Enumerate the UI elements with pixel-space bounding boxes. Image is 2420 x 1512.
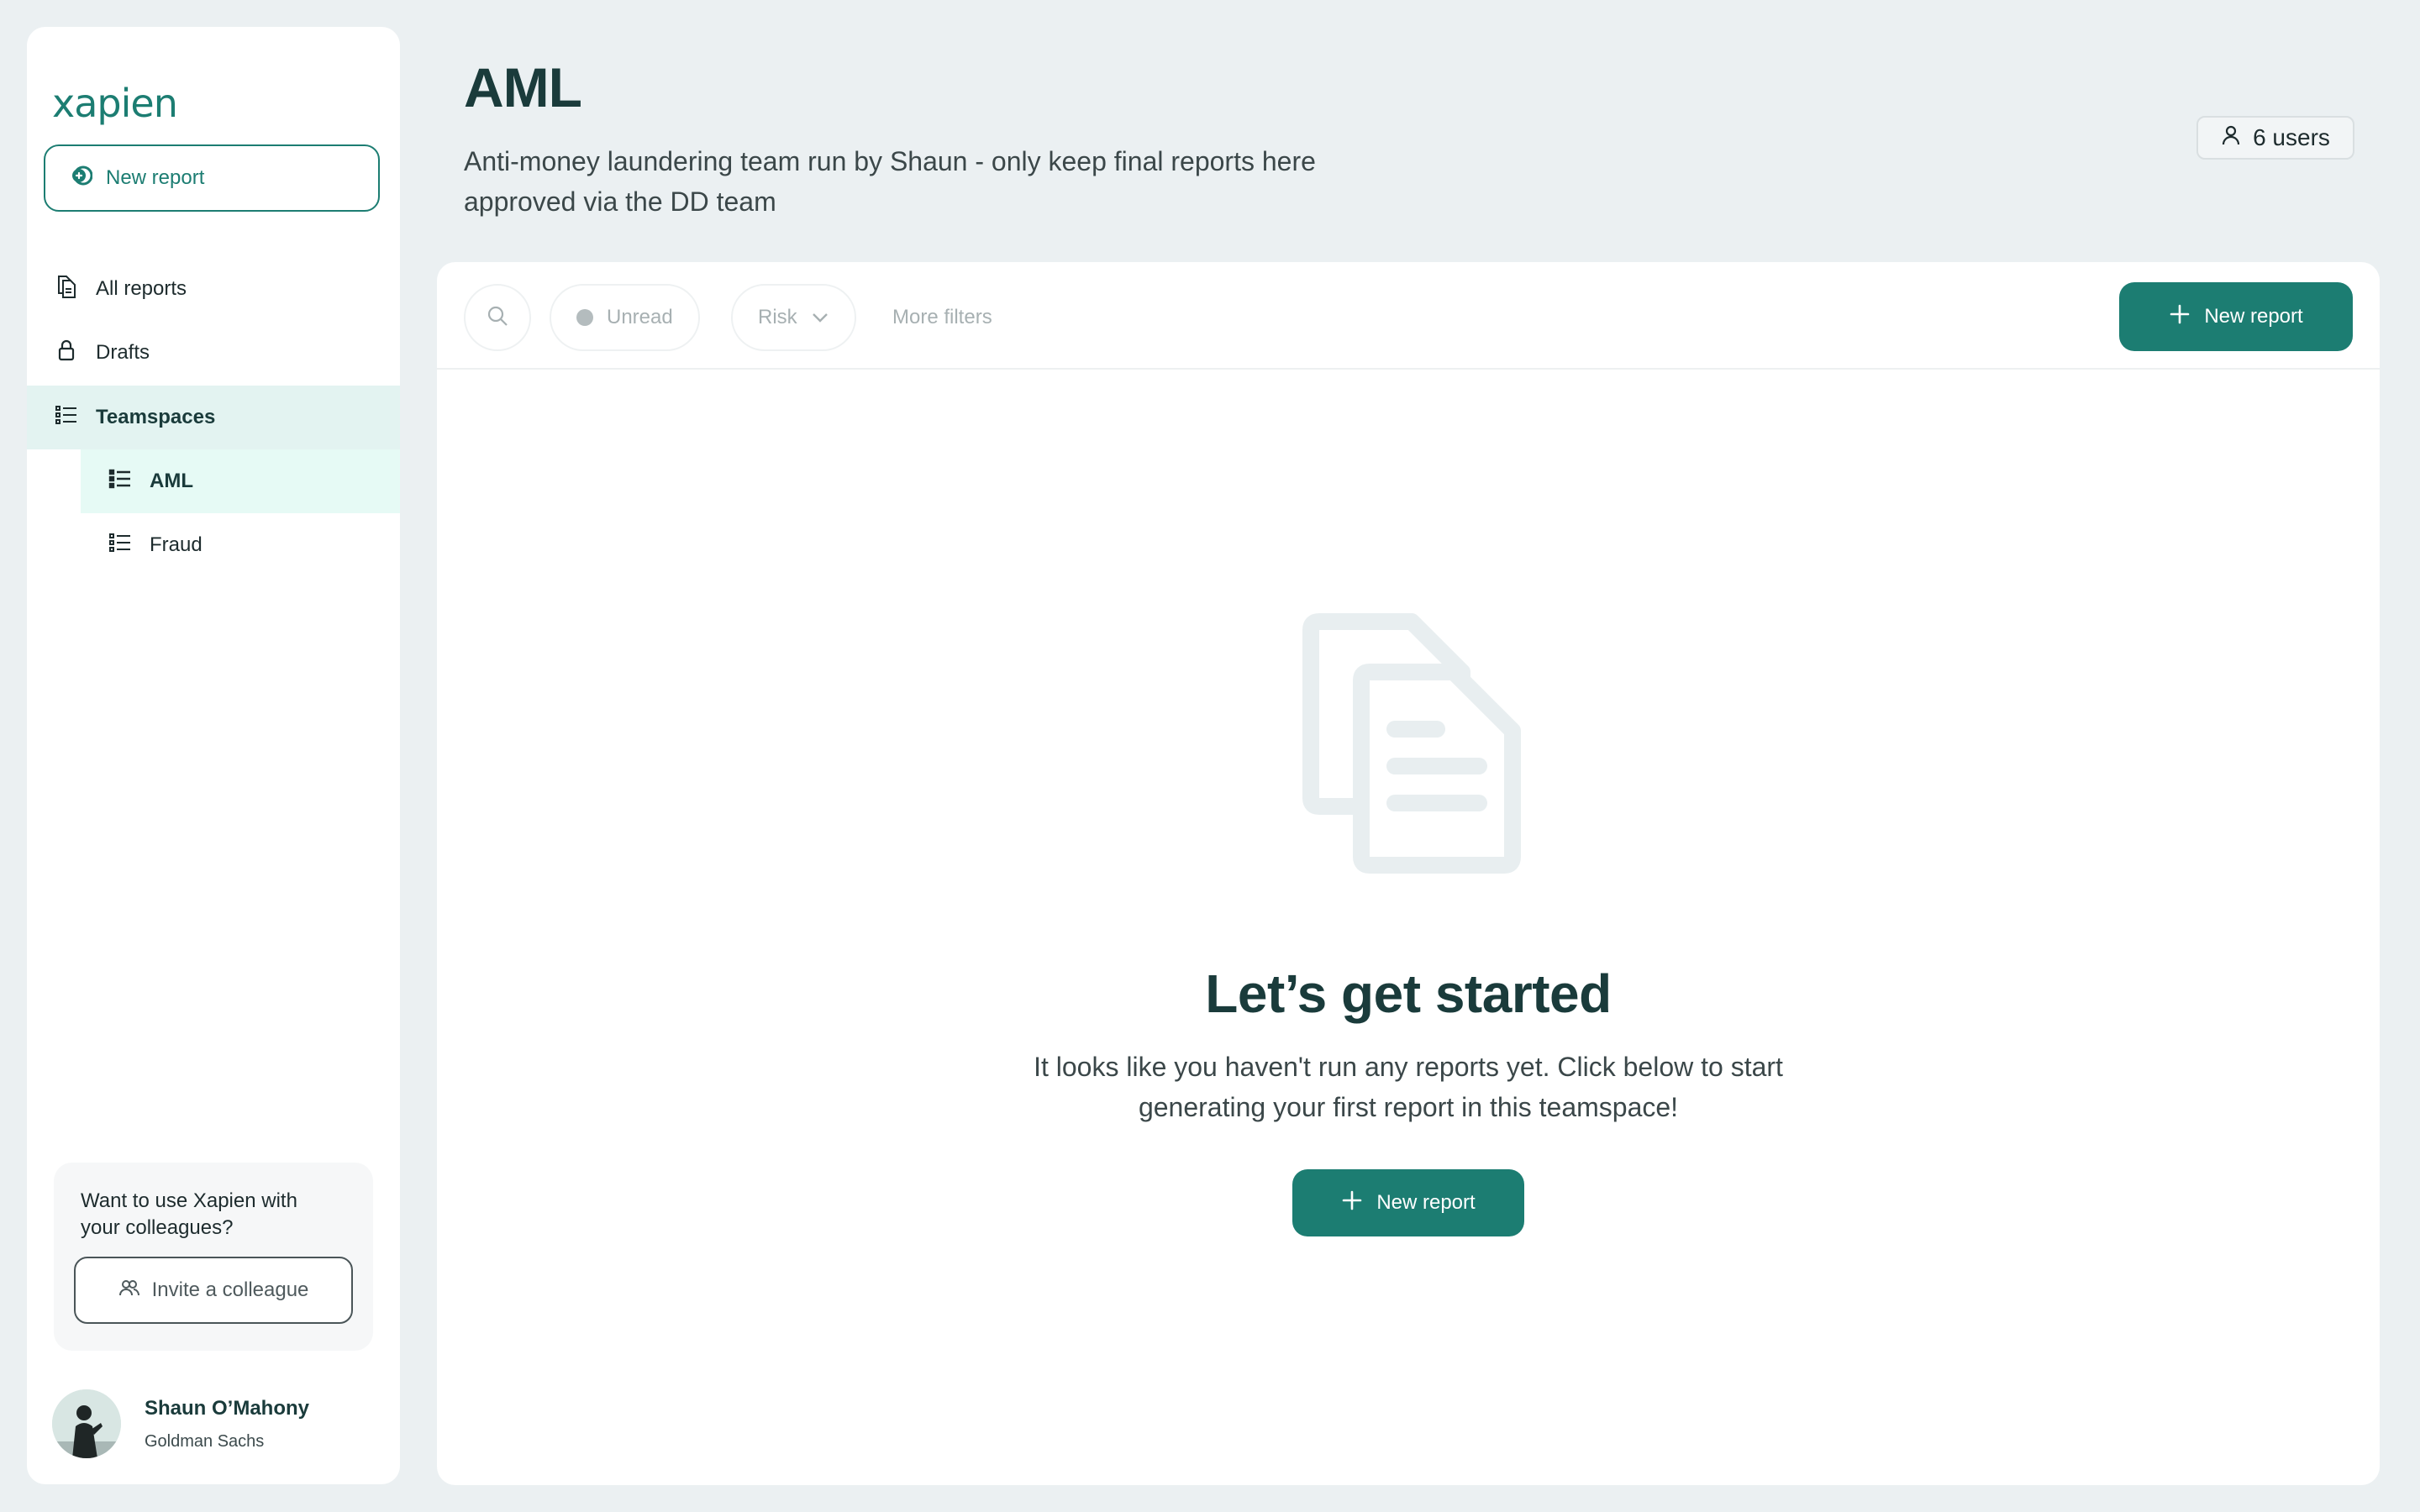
new-report-button[interactable]: New report: [2119, 282, 2353, 351]
risk-filter[interactable]: Risk: [731, 284, 856, 351]
sidebar-item-label: All reports: [96, 277, 187, 300]
search-icon: [485, 303, 510, 333]
risk-filter-label: Risk: [758, 306, 797, 328]
unread-filter[interactable]: Unread: [550, 284, 700, 351]
empty-state-text: It looks like you haven't run any report…: [1034, 1052, 1783, 1122]
sidebar-item-fraud[interactable]: Fraud: [81, 513, 400, 577]
users-badge[interactable]: 6 users: [2196, 116, 2354, 160]
sidebar-item-label: Drafts: [96, 341, 150, 364]
invite-prompt: Want to use Xapien with your colleagues?: [81, 1189, 297, 1239]
sidebar-item-label: AML: [150, 470, 193, 492]
xapien-logo[interactable]: xapien: [52, 81, 178, 126]
sidebar-item-all-reports[interactable]: All reports: [27, 257, 400, 321]
invite-colleague-button[interactable]: Invite a colleague: [74, 1257, 353, 1324]
user-name: Shaun O’Mahony: [145, 1396, 310, 1420]
empty-state-title: Let’s get started: [1205, 963, 1612, 1024]
more-filters-button[interactable]: More filters: [892, 284, 992, 351]
sidebar-item-aml[interactable]: AML: [81, 449, 400, 513]
sidebar-item-label: Fraud: [150, 533, 203, 556]
new-report-icon: [71, 165, 93, 192]
new-report-label: New report: [2204, 305, 2303, 328]
page-description: Anti-money laundering team run by Shaun …: [464, 146, 1316, 217]
unread-filter-label: Unread: [607, 306, 673, 328]
user-icon: [2221, 124, 2241, 152]
list-icon: [108, 466, 133, 497]
main-panel: Unread Risk More filters New report Let’…: [437, 262, 2380, 1485]
sidebar-item-label: Teamspaces: [96, 406, 216, 428]
empty-state-new-report-button[interactable]: New report: [1292, 1169, 1524, 1236]
documents-icon: [54, 274, 79, 305]
invite-card: Want to use Xapien with your colleagues?…: [54, 1163, 373, 1351]
user-organization: Goldman Sachs: [145, 1431, 265, 1451]
list-icon: [108, 530, 133, 561]
filter-bar: Unread Risk More filters New report: [437, 262, 2380, 370]
plus-icon: [1341, 1189, 1363, 1217]
chevron-down-icon: [811, 306, 829, 329]
sidebar-item-drafts[interactable]: Drafts: [27, 321, 400, 385]
plus-icon: [2169, 303, 2191, 331]
user-profile[interactable]: Shaun O’Mahony Goldman Sachs: [52, 1389, 309, 1458]
users-count: 6 users: [2253, 124, 2330, 150]
new-report-label: New report: [1376, 1191, 1476, 1214]
avatar: [52, 1389, 121, 1458]
sidebar-new-report-button[interactable]: New report: [44, 144, 380, 212]
users-icon: [118, 1277, 140, 1305]
search-button[interactable]: [464, 284, 531, 351]
lock-icon: [54, 338, 79, 369]
unread-dot-icon: [576, 309, 593, 326]
sidebar-item-teamspaces[interactable]: Teamspaces: [27, 386, 400, 449]
page-title: AML: [464, 56, 582, 118]
list-icon: [54, 402, 79, 433]
sidebar: xapien New report All reports Drafts Tea…: [27, 27, 400, 1484]
invite-colleague-label: Invite a colleague: [151, 1278, 309, 1301]
documents-illustration-icon: [1302, 613, 1521, 878]
sidebar-new-report-label: New report: [106, 166, 205, 189]
